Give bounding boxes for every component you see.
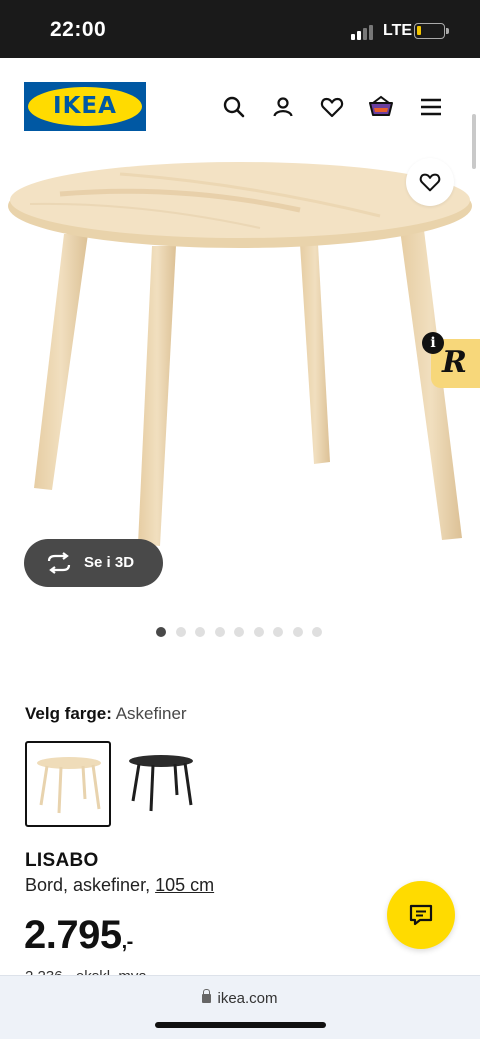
product-size-link[interactable]: 105 cm (155, 875, 214, 895)
gallery-dot[interactable] (234, 627, 244, 637)
add-to-favourites-button[interactable] (406, 158, 454, 206)
view-3d-button[interactable]: Se i 3D (24, 539, 163, 587)
basket-icon[interactable] (368, 94, 394, 120)
lock-icon (202, 989, 212, 1003)
gallery-dot[interactable] (253, 627, 264, 637)
ikea-logo[interactable]: IKEA (24, 82, 146, 131)
color-label: Velg farge: (25, 704, 112, 723)
network-type: LTE (383, 22, 413, 39)
price-suffix: ,- (121, 931, 134, 953)
home-indicator[interactable] (155, 1022, 326, 1028)
gallery-dot[interactable] (273, 627, 283, 637)
chat-icon (409, 904, 433, 926)
product-price: 2.795,- (24, 913, 133, 958)
gallery-dot[interactable] (214, 627, 225, 637)
status-bar: 22:00 LTE (0, 0, 480, 58)
battery-icon (414, 23, 449, 39)
price-value: 2.795 (24, 913, 122, 957)
browser-address-bar[interactable]: ikea.com (0, 975, 480, 1039)
gallery-dot[interactable] (292, 627, 303, 637)
view-3d-label: Se i 3D (84, 554, 135, 571)
gallery-dot[interactable] (312, 627, 322, 637)
site-header: IKEA (0, 58, 480, 154)
menu-icon[interactable] (418, 94, 444, 120)
gallery-dot[interactable] (175, 627, 186, 637)
url-display[interactable]: ikea.com (0, 989, 480, 1007)
search-icon[interactable] (221, 94, 247, 120)
heart-icon (419, 173, 441, 192)
price-excl-vat: 2.236,- ekskl. mva (25, 964, 147, 975)
heart-icon[interactable] (319, 94, 345, 120)
url-text: ikea.com (217, 990, 278, 1007)
gallery-dot[interactable] (156, 627, 166, 637)
extension-logo: R (442, 345, 467, 380)
product-name: LISABO (25, 850, 99, 871)
product-description: Bord, askefiner, 105 cm (25, 875, 214, 896)
account-icon[interactable] (270, 94, 296, 120)
logo-text: IKEA (53, 93, 117, 119)
product-type: Bord, askefiner, (25, 875, 151, 895)
swatch-black[interactable] (117, 741, 203, 827)
swatch-askefiner[interactable] (25, 741, 111, 827)
chat-button[interactable] (387, 881, 455, 949)
signal-icon (351, 24, 377, 40)
info-icon[interactable]: i (422, 332, 444, 354)
color-value: Askefiner (115, 704, 187, 723)
rotate-icon (47, 552, 71, 574)
gallery-dot[interactable] (195, 627, 205, 637)
status-time: 22:00 (50, 18, 107, 41)
color-selector-label: Velg farge: Askefiner (25, 704, 187, 724)
